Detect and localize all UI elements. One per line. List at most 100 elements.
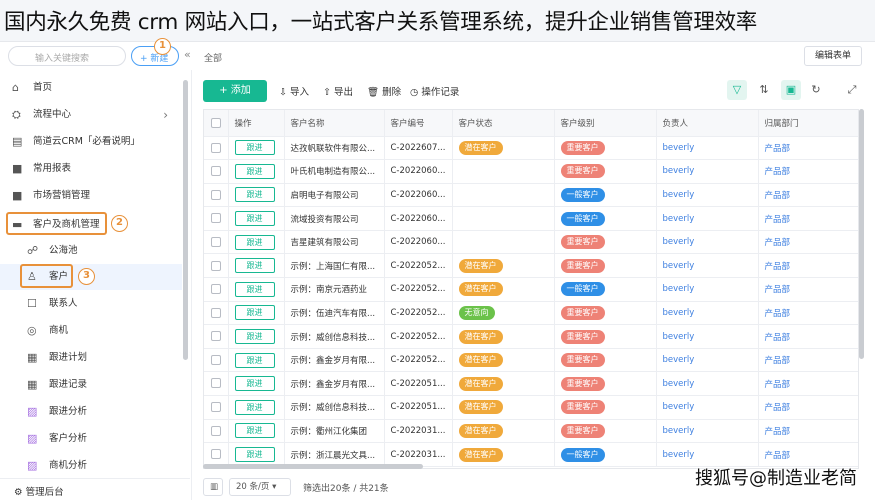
table-row[interactable]: 跟进 示例：上海国仁有限... C-2022052... 潜在客户 重要客户 beverl… <box>204 253 858 279</box>
owner-link[interactable]: beverly <box>663 143 695 153</box>
add-button[interactable]: + 添加 <box>203 80 267 102</box>
sidebar-item-marketing[interactable]: ■ 市场营销管理 <box>0 183 182 209</box>
table-row[interactable]: 跟进 示例：鑫金岁月有限... C-2022052... 潜在客户 重要客户 beverl… <box>204 348 858 373</box>
sidebar-item-opportunity[interactable]: ◎ 商机 <box>0 318 182 344</box>
admin-footer[interactable]: ⚙ 管理后台 <box>0 478 190 500</box>
collapse-sidebar-icon[interactable]: « <box>184 48 191 61</box>
department[interactable]: 产品部 <box>758 442 858 467</box>
row-checkbox[interactable] <box>204 206 229 231</box>
owner-link[interactable]: beverly <box>663 426 695 436</box>
table-row[interactable]: 跟进 达孜帆联软件有限公... C-2022607... 潜在客户 重要客户 beverl… <box>204 136 858 161</box>
page-icon[interactable]: ▥ <box>203 478 223 496</box>
sidebar-item-customer-analysis[interactable]: ▨ 客户分析 <box>0 426 182 452</box>
column-header[interactable]: 负责人 <box>656 110 759 137</box>
table-row[interactable]: 跟进 流域投资有限公司 C-2022060... 一般客户 beverly 产品部 <box>204 206 858 231</box>
table-horizontal-scrollbar[interactable] <box>203 464 423 469</box>
select-all-checkbox[interactable] <box>204 110 229 137</box>
sidebar-item-flow-center[interactable]: ⛭ 流程中心 › <box>0 102 182 128</box>
operation-log-button[interactable]: ◷ 操作记录 <box>410 84 459 98</box>
table-row[interactable]: 跟进 示例：南京元酒药业 C-2022052... 潜在客户 一般客户 beverly 产品… <box>204 277 858 302</box>
column-settings-icon[interactable]: ▣ <box>781 80 801 100</box>
row-checkbox[interactable] <box>204 277 229 302</box>
follow-button[interactable]: 跟进 <box>234 140 275 156</box>
table-row[interactable]: 跟进 示例：浙江晨光文具... C-2022031... 潜在客户 一般客户 beverl… <box>204 442 858 467</box>
department-link[interactable]: 产品部 <box>765 427 791 437</box>
row-checkbox[interactable] <box>204 230 229 255</box>
owner-link[interactable]: beverly <box>663 261 695 271</box>
department-link[interactable]: 产品部 <box>765 380 791 390</box>
department-link[interactable]: 产品部 <box>765 144 791 154</box>
row-checkbox[interactable] <box>204 395 229 420</box>
owner[interactable]: beverly <box>656 277 759 302</box>
follow-button[interactable]: 跟进 <box>234 163 275 179</box>
row-checkbox[interactable] <box>204 371 229 397</box>
sort-icon[interactable]: ⇅ <box>754 80 774 100</box>
owner[interactable]: beverly <box>656 159 759 184</box>
owner-link[interactable]: beverly <box>663 332 695 342</box>
follow-button[interactable]: 跟进 <box>234 352 275 368</box>
department-link[interactable]: 产品部 <box>765 262 791 272</box>
row-checkbox[interactable] <box>204 159 229 184</box>
follow-button[interactable]: 跟进 <box>234 376 275 392</box>
table-row[interactable]: 跟进 启明电子有限公司 C-2022060... 一般客户 beverly 产品部 <box>204 183 858 208</box>
page-size-select[interactable]: 20 条/页 ▾ <box>229 478 291 496</box>
follow-button[interactable]: 跟进 <box>234 399 275 415</box>
export-button[interactable]: ⇧ 导出 <box>323 84 353 98</box>
delete-button[interactable]: 🗑 删除 <box>367 84 401 98</box>
row-checkbox[interactable] <box>204 136 229 161</box>
department-link[interactable]: 产品部 <box>765 238 791 248</box>
owner-link[interactable]: beverly <box>663 355 695 365</box>
sidebar-item-opportunity-analysis[interactable]: ▨ 商机分析 <box>0 453 182 479</box>
department[interactable]: 产品部 <box>758 183 858 208</box>
department[interactable]: 产品部 <box>758 230 858 255</box>
owner[interactable]: beverly <box>656 442 759 467</box>
table-row[interactable]: 跟进 示例：威创信息科技... C-2022052... 潜在客户 重要客户 beverl… <box>204 324 858 349</box>
owner[interactable]: beverly <box>656 324 759 349</box>
owner[interactable]: beverly <box>656 301 759 326</box>
sidebar-item-reports[interactable]: ■ 常用报表 <box>0 156 182 182</box>
follow-button[interactable]: 跟进 <box>234 258 275 274</box>
owner-link[interactable]: beverly <box>663 379 695 389</box>
owner[interactable]: beverly <box>656 371 759 397</box>
search-input[interactable]: 输入关键搜索 <box>8 46 126 66</box>
table-row[interactable]: 跟进 叶氏机电制造有限公... C-2022060... 重要客户 beverly 产品部 <box>204 159 858 184</box>
column-header[interactable]: 客户级别 <box>554 110 657 137</box>
owner-link[interactable]: beverly <box>663 284 695 294</box>
department[interactable]: 产品部 <box>758 419 858 444</box>
sidebar-item-public-pool[interactable]: ☍ 公海池 <box>0 238 182 264</box>
owner-link[interactable]: beverly <box>663 166 695 176</box>
table-row[interactable]: 跟进 示例：鑫金岁月有限... C-2022051... 潜在客户 重要客户 beverl… <box>204 371 858 397</box>
sidebar-item-crm-guide[interactable]: ▤ 简道云CRM「必看说明」 <box>0 129 182 155</box>
column-header[interactable]: 客户状态 <box>452 110 555 137</box>
department-link[interactable]: 产品部 <box>765 403 791 413</box>
table-row[interactable]: 跟进 示例：伍迪汽车有限... C-2022052... 无意向 重要客户 beverly… <box>204 301 858 326</box>
filter-icon[interactable]: ▽ <box>727 80 747 100</box>
import-button[interactable]: ⇩ 导入 <box>279 84 309 98</box>
follow-button[interactable]: 跟进 <box>234 234 275 250</box>
owner-link[interactable]: beverly <box>663 402 695 412</box>
sidebar-item-follow-plan[interactable]: ▦ 跟进计划 <box>0 345 182 371</box>
department-link[interactable]: 产品部 <box>765 333 791 343</box>
department-link[interactable]: 产品部 <box>765 285 791 295</box>
sidebar-item-follow-record[interactable]: ▦ 跟进记录 <box>0 372 182 398</box>
owner[interactable]: beverly <box>656 206 759 231</box>
table-row[interactable]: 跟进 示例：衢州江化集团 C-2022031... 潜在客户 重要客户 beverly 产品… <box>204 419 858 444</box>
sidebar-item-follow-analysis[interactable]: ▨ 跟进分析 <box>0 399 182 425</box>
owner-link[interactable]: beverly <box>663 214 695 224</box>
department[interactable]: 产品部 <box>758 371 858 397</box>
sidebar-item-home[interactable]: ⌂ 首页 <box>0 75 182 101</box>
department[interactable]: 产品部 <box>758 206 858 231</box>
edit-form-button[interactable]: 编辑表单 <box>804 46 862 66</box>
department[interactable]: 产品部 <box>758 159 858 184</box>
department-link[interactable]: 产品部 <box>765 167 791 177</box>
owner[interactable]: beverly <box>656 348 759 373</box>
row-checkbox[interactable] <box>204 183 229 208</box>
owner[interactable]: beverly <box>656 183 759 208</box>
row-checkbox[interactable] <box>204 442 229 467</box>
department[interactable]: 产品部 <box>758 301 858 326</box>
owner-link[interactable]: beverly <box>663 237 695 247</box>
column-header[interactable]: 归属部门 <box>758 110 858 137</box>
follow-button[interactable]: 跟进 <box>234 281 275 297</box>
department[interactable]: 产品部 <box>758 277 858 302</box>
sidebar-scrollbar[interactable] <box>183 80 188 360</box>
